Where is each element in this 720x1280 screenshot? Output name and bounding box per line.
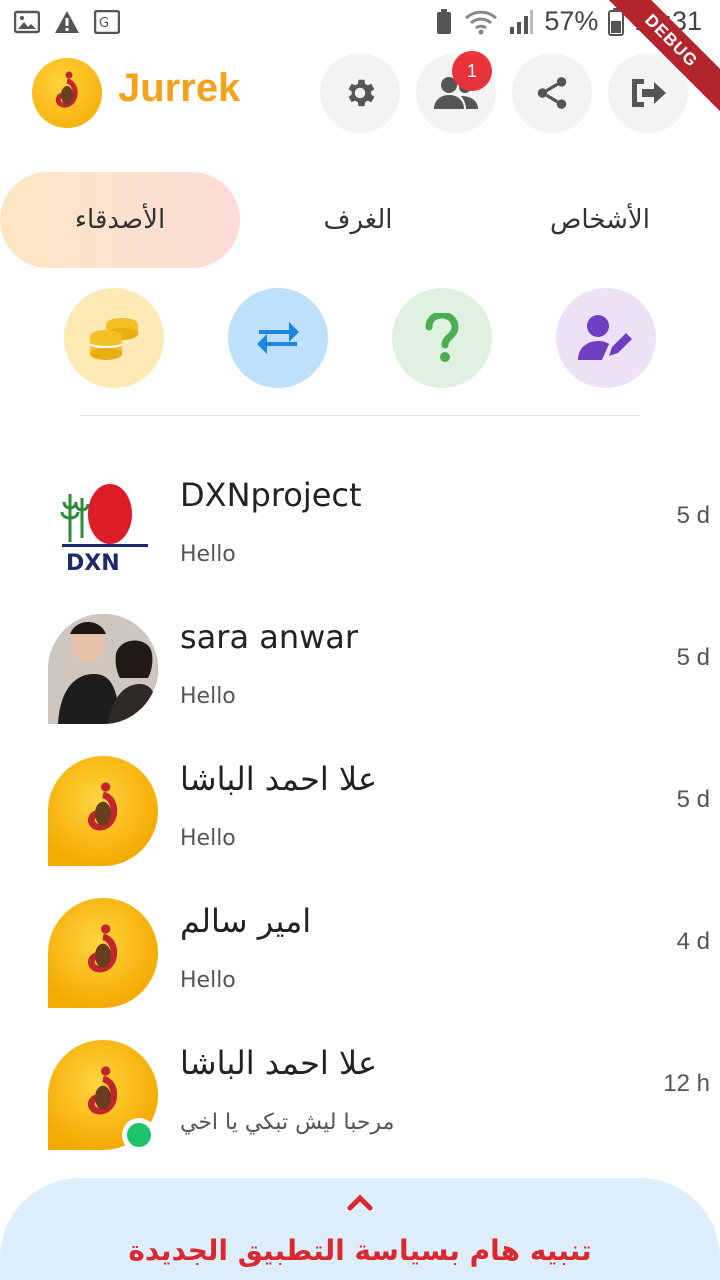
message-preview: مرحبا ليش تبكي يا اخي xyxy=(180,1110,395,1135)
logout-icon xyxy=(632,79,666,107)
message-time: 5 d xyxy=(676,644,710,671)
policy-notice-sheet[interactable]: تنبيه هام بسياسة التطبيق الجديدة xyxy=(0,1178,720,1280)
translate-icon: G xyxy=(94,10,120,34)
contact-name: DXNproject xyxy=(180,476,362,514)
section-divider xyxy=(80,415,640,416)
share-button[interactable] xyxy=(512,53,592,133)
message-preview: Hello xyxy=(180,968,236,993)
avatar: DXN xyxy=(48,472,158,582)
message-time: 4 d xyxy=(676,928,710,955)
gear-icon xyxy=(348,79,375,107)
chat-row[interactable]: علا احمد الباشا مرحبا ليش تبكي يا اخي 12… xyxy=(0,1030,720,1172)
tab-people[interactable]: الأشخاص xyxy=(500,172,700,268)
jurrek-logo-icon xyxy=(88,782,118,831)
settings-button[interactable] xyxy=(320,53,400,133)
status-bar: G 57% 12:31 DEBUG xyxy=(0,0,720,119)
contact-name: sara anwar xyxy=(180,618,359,656)
edit-user-icon xyxy=(578,315,632,360)
tab-friends[interactable]: الأصدقاء xyxy=(0,172,240,268)
swap-icon xyxy=(257,322,299,354)
battery-percent: 57% xyxy=(544,6,599,36)
contact-name: علا احمد الباشا xyxy=(180,760,378,798)
jurrek-logo-icon xyxy=(88,924,118,973)
message-preview: Hello xyxy=(180,826,236,851)
warning-icon xyxy=(55,11,79,33)
exchange-button[interactable] xyxy=(228,288,328,388)
svg-text:G: G xyxy=(99,16,109,31)
contact-name: علا احمد الباشا xyxy=(180,1044,378,1082)
chat-row[interactable]: sara anwar Hello 5 d xyxy=(0,604,720,746)
signal-icon xyxy=(510,9,534,34)
message-preview: Hello xyxy=(180,542,236,567)
gallery-icon xyxy=(14,10,40,34)
svg-text:DXN: DXN xyxy=(66,551,120,576)
avatar xyxy=(48,614,158,724)
avatar xyxy=(48,898,158,1008)
message-time: 12 h xyxy=(663,1070,710,1097)
notification-badge: 1 xyxy=(452,51,492,91)
tab-bar: الأصدقاء الغرف الأشخاص xyxy=(0,172,720,268)
edit-profile-button[interactable] xyxy=(556,288,656,388)
tab-rooms[interactable]: الغرف xyxy=(268,172,448,268)
chat-row[interactable]: علا احمد الباشا Hello 5 d xyxy=(0,746,720,888)
jurrek-logo-icon xyxy=(55,71,78,108)
app-header: Jurrek 1 xyxy=(0,51,720,136)
jurrek-logo-icon xyxy=(88,1066,118,1115)
profile-photo xyxy=(48,614,158,724)
avatar xyxy=(48,756,158,866)
help-button[interactable] xyxy=(392,288,492,388)
app-logo xyxy=(32,58,102,128)
dxn-logo-icon: DXN xyxy=(60,484,148,576)
message-time: 5 d xyxy=(676,502,710,529)
question-icon xyxy=(425,313,459,362)
message-preview: Hello xyxy=(180,684,236,709)
contact-name: امير سالم xyxy=(180,902,312,940)
chat-row[interactable]: امير سالم Hello 4 d xyxy=(0,888,720,1030)
online-indicator xyxy=(122,1118,156,1152)
coins-button[interactable] xyxy=(64,288,164,388)
message-time: 5 d xyxy=(676,786,710,813)
brand-name: Jurrek xyxy=(118,66,241,110)
chat-row[interactable]: DXN DXNproject Hello 5 d xyxy=(0,462,720,604)
quick-actions xyxy=(0,288,720,388)
friend-requests-button[interactable]: 1 xyxy=(416,51,496,133)
policy-notice-text: تنبيه هام بسياسة التطبيق الجديدة xyxy=(128,1234,592,1267)
coins-icon xyxy=(89,318,138,360)
share-icon xyxy=(537,77,567,109)
recycle-battery-icon xyxy=(437,8,452,34)
wifi-icon xyxy=(465,10,498,34)
chevron-up-icon[interactable] xyxy=(346,1192,374,1212)
